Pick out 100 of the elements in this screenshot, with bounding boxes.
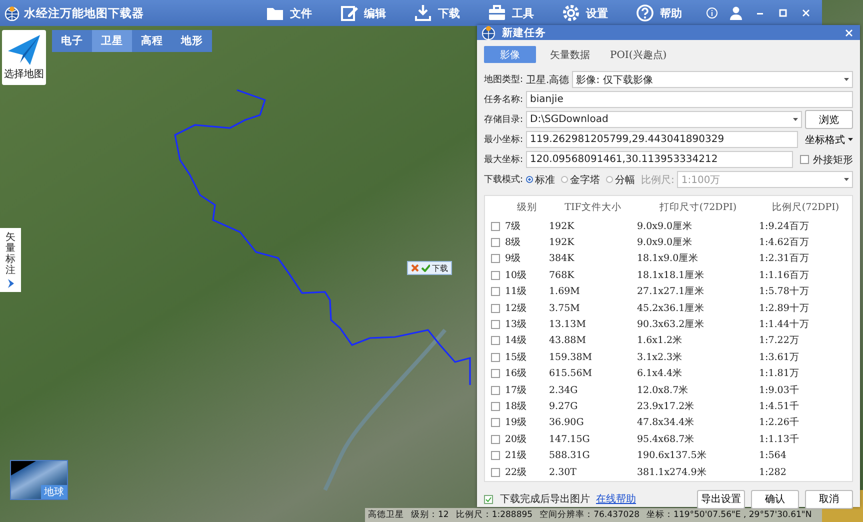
row-checkbox[interactable] bbox=[491, 254, 500, 264]
row-checkbox[interactable] bbox=[491, 434, 500, 444]
table-cell-text: 1:7.22万 bbox=[759, 334, 800, 348]
dialog-tab[interactable]: POI(兴趣点) bbox=[604, 46, 673, 63]
toolbox-icon bbox=[488, 4, 506, 22]
download-popup[interactable]: 下载 bbox=[407, 261, 452, 275]
table-cell-text: 20级 bbox=[505, 432, 528, 446]
row-checkbox[interactable] bbox=[491, 238, 500, 248]
caret-icon bbox=[848, 138, 853, 141]
max-coordinate-input[interactable]: 120.09568091461,30.113953334212 bbox=[526, 151, 793, 168]
table-cell-text: 27.1x27.1厘米 bbox=[637, 285, 706, 298]
map-source-text: 卫星.高德 bbox=[526, 74, 570, 86]
close-icon[interactable] bbox=[800, 7, 812, 19]
menu-item[interactable]: 设置 bbox=[560, 4, 610, 22]
row-checkbox[interactable] bbox=[491, 304, 500, 313]
dialog-button[interactable]: 导出设置 bbox=[697, 490, 745, 508]
help-link[interactable]: 在线帮助 bbox=[596, 492, 636, 506]
restore-icon[interactable] bbox=[777, 7, 789, 19]
row-checkbox[interactable] bbox=[491, 451, 500, 460]
row-checkbox[interactable] bbox=[491, 369, 500, 378]
globe-logo-icon bbox=[481, 25, 496, 40]
table-cell-text: 1:2.89十万 bbox=[759, 302, 810, 315]
radio-button[interactable] bbox=[606, 176, 614, 183]
table-cell-text: 147.15G bbox=[549, 434, 591, 445]
table-cell-text: 1:2.31百万 bbox=[759, 252, 810, 266]
min-coordinate-input[interactable]: 119.262981205799,29.443041890329 bbox=[526, 131, 798, 148]
table-cell-text: 3.75M bbox=[549, 302, 581, 314]
table-cell-text: 12级 bbox=[505, 302, 528, 315]
checkbox-label: 外接矩形 bbox=[813, 154, 853, 166]
edit-icon bbox=[340, 4, 358, 22]
checkbox[interactable] bbox=[800, 155, 809, 164]
dialog-button[interactable]: 取消 bbox=[805, 490, 853, 508]
checkbox[interactable] bbox=[484, 494, 493, 504]
row-checkbox[interactable] bbox=[491, 418, 500, 428]
cross-icon[interactable] bbox=[411, 264, 419, 272]
browse-button[interactable]: 浏览 bbox=[805, 110, 853, 129]
table-cell-text: 22级 bbox=[505, 466, 528, 479]
chevron-right-icon bbox=[6, 279, 14, 288]
row-checkbox[interactable] bbox=[491, 222, 500, 231]
table-cell-text: 7级 bbox=[505, 220, 522, 233]
field-label: 最大坐标: bbox=[484, 154, 524, 166]
menu-item[interactable]: 编辑 bbox=[338, 4, 388, 22]
vector-annotation-panel[interactable]: 矢量标注 bbox=[0, 228, 21, 292]
field-label: 任务名称: bbox=[484, 94, 524, 106]
table-cell-text: 9.27G bbox=[549, 400, 579, 412]
row-checkbox[interactable] bbox=[491, 352, 500, 362]
table-cell-text: 159.38M bbox=[549, 352, 593, 363]
save-directory-dropdown[interactable]: D:\SGDownload bbox=[526, 111, 802, 128]
row-checkbox[interactable] bbox=[491, 468, 500, 477]
menu-item[interactable]: 下载 bbox=[412, 4, 462, 22]
table-cell-text: 190.6x137.5米 bbox=[637, 449, 708, 462]
table-cell-text: 1:1.13千 bbox=[759, 432, 800, 446]
table-cell-text: 1:564 bbox=[759, 450, 788, 462]
row-checkbox[interactable] bbox=[491, 320, 500, 330]
table-cell-text: 9级 bbox=[505, 252, 522, 266]
table-cell-text: 16级 bbox=[505, 367, 528, 380]
status-text: 比例尺：1:288895 bbox=[456, 509, 533, 521]
row-checkbox[interactable] bbox=[491, 287, 500, 296]
coordinate-format-dropdown[interactable]: 坐标格式 bbox=[801, 132, 853, 146]
table-cell-text: 14级 bbox=[505, 334, 528, 348]
info-icon[interactable] bbox=[706, 7, 718, 19]
menu-item[interactable]: 帮助 bbox=[634, 4, 684, 22]
table-cell-text: 1:282 bbox=[759, 466, 788, 478]
column-header: TIF文件大小 bbox=[564, 200, 622, 214]
table-cell-text: 1:1.16百万 bbox=[759, 268, 810, 282]
row-checkbox[interactable] bbox=[491, 270, 500, 280]
dialog-tab[interactable]: 矢量数据 bbox=[544, 46, 596, 63]
table-cell-text: 1:1.81万 bbox=[759, 367, 800, 380]
task-name-input[interactable]: bianjie bbox=[526, 91, 853, 108]
table-cell-text: 18.1x18.1厘米 bbox=[637, 268, 706, 282]
menu-item[interactable]: 文件 bbox=[264, 4, 314, 22]
table-cell-text: 1:5.78十万 bbox=[759, 285, 810, 298]
table-cell-text: 9.0x9.0厘米 bbox=[637, 236, 694, 250]
table-cell-text: 1:3.61万 bbox=[759, 350, 800, 364]
caret-icon bbox=[844, 178, 849, 181]
column-header: 比例尺(72DPI) bbox=[770, 200, 840, 214]
download-icon bbox=[414, 4, 432, 22]
table-cell-text: 1.69M bbox=[549, 286, 581, 298]
paper-plane-icon bbox=[6, 33, 42, 67]
check-icon[interactable] bbox=[421, 264, 430, 272]
row-checkbox[interactable] bbox=[491, 386, 500, 395]
row-checkbox[interactable] bbox=[491, 402, 500, 411]
row-checkbox[interactable] bbox=[491, 336, 500, 346]
table-cell-text: 8级 bbox=[505, 236, 522, 250]
dialog-title: 新建任务 bbox=[502, 26, 546, 40]
map-type-dropdown[interactable]: 影像: 仅下载影像 bbox=[572, 71, 853, 88]
menu-item[interactable]: 工具 bbox=[486, 4, 536, 22]
dialog-button[interactable]: 确认 bbox=[751, 490, 799, 508]
radio-button[interactable] bbox=[561, 176, 568, 183]
select-map-button[interactable]: 选择地图 bbox=[2, 30, 46, 85]
user-icon[interactable] bbox=[729, 6, 743, 20]
table-cell-text: 21级 bbox=[505, 449, 528, 462]
radio-label: 标准 bbox=[535, 174, 556, 186]
table-cell-text: 1.6x1.2米 bbox=[637, 334, 684, 348]
popup-label[interactable]: 下载 bbox=[432, 262, 448, 274]
table-cell-text: 19级 bbox=[505, 416, 528, 430]
radio-button[interactable] bbox=[526, 176, 534, 183]
column-header: 打印尺寸(72DPI) bbox=[658, 200, 738, 214]
table-cell-text: 1:9.24百万 bbox=[759, 220, 810, 233]
globe-label: 地球 bbox=[41, 485, 67, 499]
